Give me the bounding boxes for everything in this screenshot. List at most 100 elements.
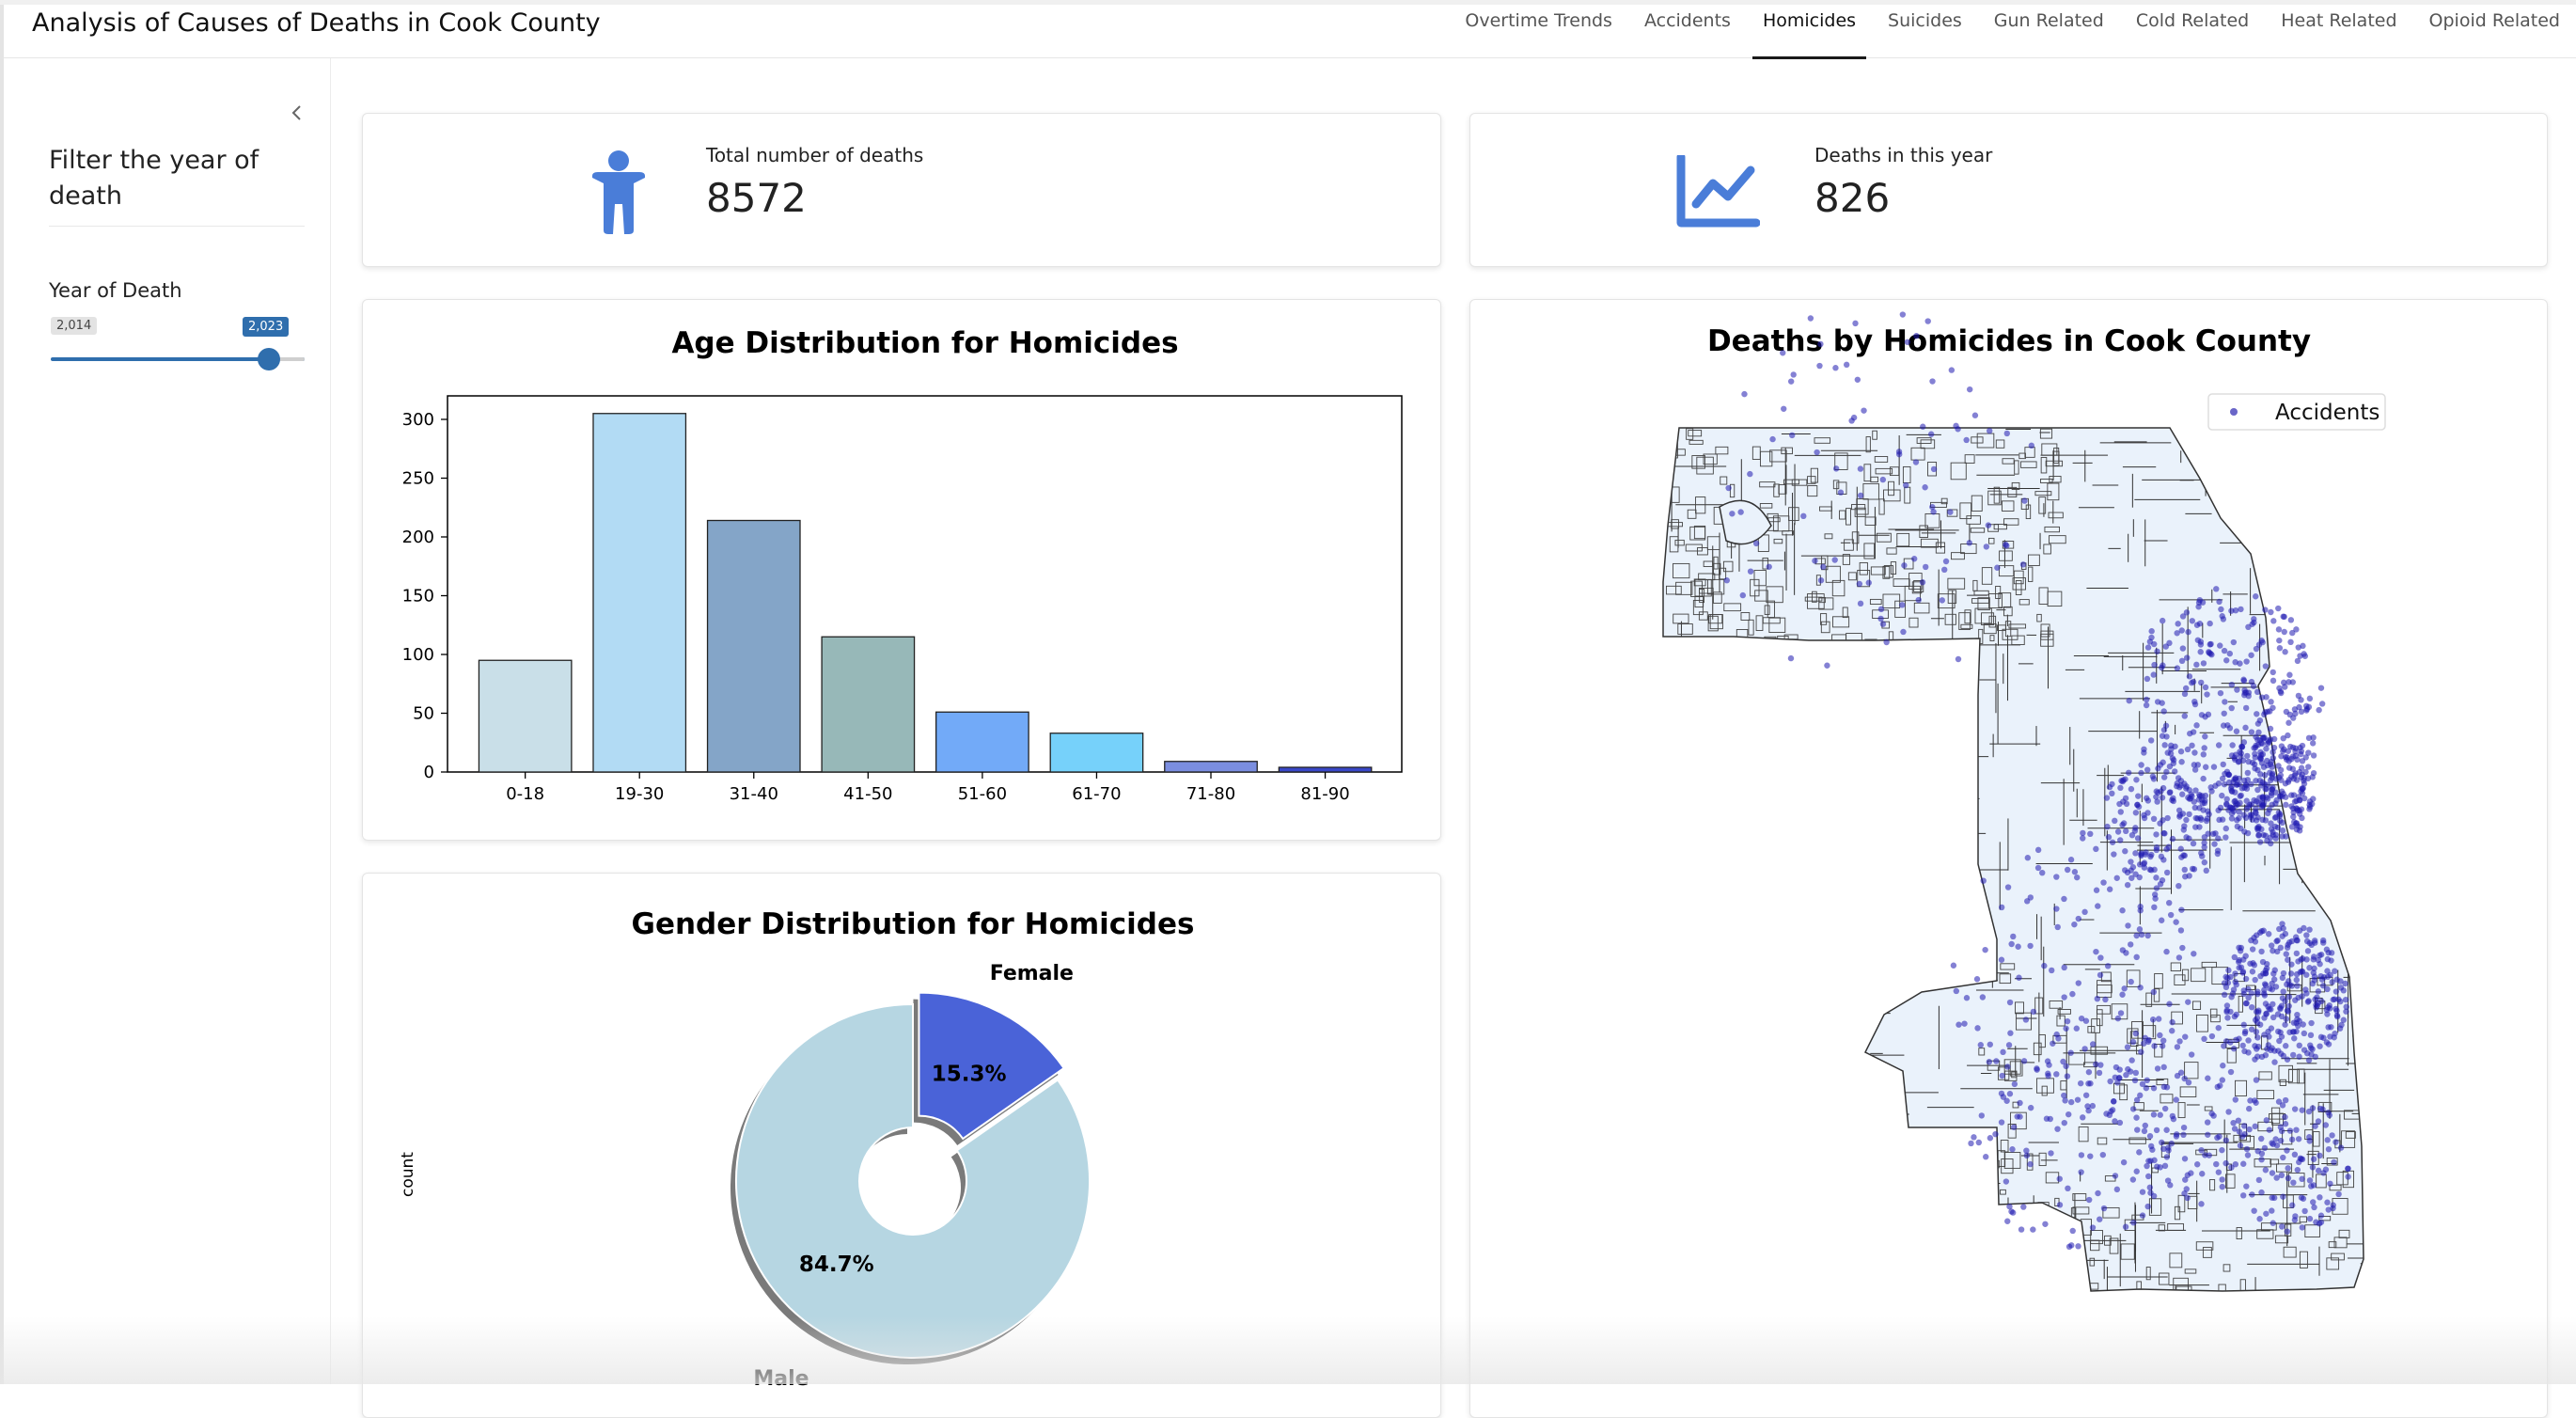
homicide-point — [1852, 320, 1859, 327]
homicide-point — [2260, 927, 2267, 934]
kpi-card-total-deaths: Total number of deaths 8572 — [362, 113, 1441, 267]
chevron-left-icon[interactable] — [284, 100, 310, 126]
homicide-point — [1781, 405, 1787, 412]
homicide-point — [2230, 1119, 2237, 1127]
homicide-point — [2201, 859, 2208, 866]
homicide-point — [1824, 662, 1830, 669]
homicide-point — [2221, 780, 2228, 788]
tab-accidents[interactable]: Accidents — [1628, 5, 1747, 58]
homicide-point — [1987, 1041, 1993, 1048]
homicide-point — [2020, 1204, 2027, 1210]
homicide-point — [2289, 1029, 2297, 1035]
homicide-point — [2071, 921, 2078, 928]
homicide-point — [2286, 671, 2293, 678]
homicide-point — [2010, 1124, 2018, 1130]
homicide-point — [2292, 710, 2299, 717]
homicide-point — [2097, 971, 2104, 979]
homicide-point — [2186, 835, 2192, 842]
homicide-point — [2198, 1146, 2205, 1154]
tab-gun-related[interactable]: Gun Related — [1978, 5, 2120, 58]
homicide-point — [1953, 987, 1960, 995]
homicide-point — [2285, 777, 2292, 783]
homicide-point — [2150, 776, 2158, 782]
homicide-point — [2258, 1135, 2265, 1142]
tab-homicides[interactable]: Homicides — [1747, 5, 1872, 59]
homicide-point — [2273, 1174, 2280, 1181]
homicide-point — [2259, 958, 2267, 966]
homicide-point — [1998, 904, 2005, 911]
homicide-point — [2270, 754, 2277, 762]
gender-chart-card: Gender Distribution for Homicides count Fe… — [362, 873, 1441, 1418]
homicide-point — [2257, 756, 2264, 763]
homicide-point — [2296, 1017, 2302, 1024]
homicide-point — [2270, 704, 2276, 711]
homicide-point — [2146, 1184, 2153, 1191]
age-chart-title: Age Distribution for Homicides — [671, 326, 1178, 360]
homicide-point — [2124, 869, 2131, 876]
homicide-point — [2178, 906, 2185, 913]
homicide-point — [1950, 962, 1957, 969]
homicide-point — [2128, 859, 2134, 865]
homicide-point — [2270, 669, 2276, 676]
homicide-point — [2200, 660, 2207, 667]
homicide-point — [2153, 874, 2160, 881]
homicide-point — [2151, 661, 2158, 669]
homicide-point — [2074, 1096, 2081, 1103]
homicide-point — [2270, 828, 2276, 836]
homicide-point — [2324, 1137, 2331, 1143]
homicide-point — [2230, 1046, 2238, 1052]
homicide-point — [2229, 742, 2236, 748]
homicide-point — [2154, 798, 2160, 805]
tab-opioid-related[interactable]: Opioid Related — [2413, 5, 2576, 58]
tract-cell — [1926, 643, 1933, 652]
homicide-point — [2111, 851, 2117, 858]
homicide-point — [2217, 1082, 2223, 1089]
homicide-point — [2331, 996, 2338, 1002]
homicide-point — [2277, 1029, 2284, 1036]
homicide-point — [2006, 999, 2014, 1006]
homicide-point — [2159, 733, 2166, 739]
county-outline — [1662, 427, 2364, 1292]
homicide-point — [2234, 823, 2241, 830]
homicide-point — [2296, 703, 2302, 711]
homicide-point — [1987, 1135, 1994, 1142]
homicide-point — [2309, 774, 2316, 780]
homicide-point — [1817, 340, 1824, 348]
tab-cold-related[interactable]: Cold Related — [2120, 5, 2265, 58]
year-slider-handle[interactable] — [258, 348, 280, 370]
homicide-point — [2175, 882, 2182, 890]
homicide-point — [2258, 1189, 2265, 1196]
homicide-point — [2172, 768, 2178, 775]
homicide-point — [2243, 658, 2250, 665]
homicide-point — [2295, 1136, 2302, 1142]
homicide-point — [2174, 1044, 2181, 1050]
homicide-point — [1987, 427, 1993, 434]
homicide-point — [1922, 563, 1929, 571]
homicide-point — [2337, 1144, 2345, 1151]
age-y-tick-label: 250 — [402, 469, 434, 489]
homicide-point — [2175, 954, 2183, 961]
homicide-point — [2075, 1243, 2081, 1250]
homicide-point — [2285, 956, 2291, 963]
homicide-point — [2227, 973, 2234, 981]
homicide-point — [2154, 699, 2161, 705]
homicide-point — [2132, 850, 2139, 857]
homicide-point — [2262, 1167, 2270, 1174]
homicide-point — [2233, 728, 2240, 734]
homicide-point — [2163, 869, 2171, 876]
homicide-point — [2021, 497, 2028, 504]
homicide-point — [2169, 1112, 2176, 1120]
homicide-point — [1998, 1119, 2005, 1126]
homicide-point — [2028, 442, 2035, 449]
tab-overtime-trends[interactable]: Overtime Trends — [1449, 5, 1628, 58]
tab-suicides[interactable]: Suicides — [1872, 5, 1978, 58]
homicide-point — [2249, 969, 2256, 975]
homicide-point — [2254, 1147, 2261, 1155]
tab-heat-related[interactable]: Heat Related — [2265, 5, 2412, 58]
homicide-point — [2248, 1003, 2255, 1011]
homicide-point — [2242, 1000, 2250, 1007]
homicide-point — [2244, 1152, 2252, 1158]
homicide-point — [2180, 1124, 2188, 1131]
homicide-point — [2109, 839, 2116, 845]
homicide-point — [2183, 1186, 2190, 1192]
